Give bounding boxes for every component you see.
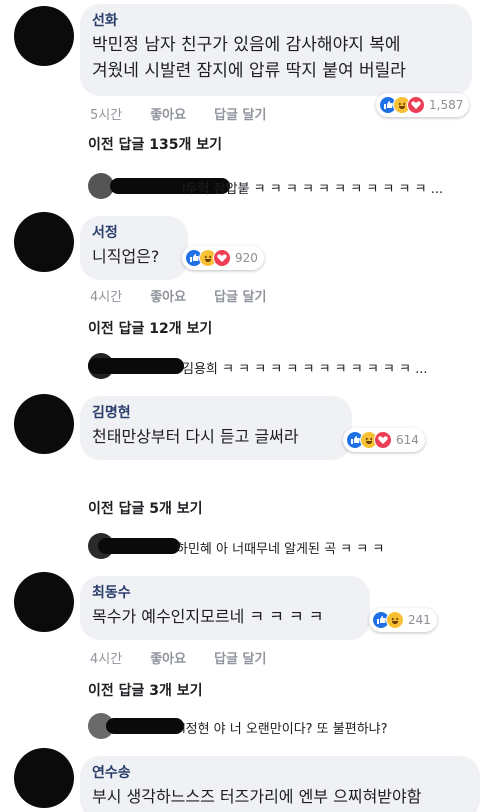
comment-author[interactable]: 선화 (92, 10, 458, 32)
comment-item: 선화 박민정 남자 친구가 있음에 감사해야지 복에 겨웠네 시발련 잠지에 압… (0, 0, 500, 210)
redacted-name (106, 718, 184, 734)
view-previous-replies[interactable]: 이전 답글 5개 보기 (88, 498, 203, 518)
comment-bubble: 선화 박민정 남자 친구가 있음에 감사해야지 복에 겨웠네 시발련 잠지에 압… (80, 4, 472, 96)
reply-button[interactable]: 답글 달기 (214, 648, 266, 667)
comment-actions: 5시간 좋아요 답글 달기 (90, 104, 294, 123)
reply-text: 김용희 ㅋ ㅋ ㅋ ㅋ ㅋ ㅋ ㅋ ㅋ ㅋ ㅋ ㅋ ㅋ ... (182, 362, 428, 377)
avatar[interactable] (14, 572, 74, 632)
comment-text-line: 니직업은? (92, 247, 160, 266)
comment-author[interactable]: 최동수 (92, 582, 356, 604)
love-reaction-icon (407, 96, 425, 114)
reply-preview[interactable]: 김용희 ㅋ ㅋ ㅋ ㅋ ㅋ ㅋ ㅋ ㅋ ㅋ ㅋ ㅋ ㅋ ... (88, 352, 488, 380)
comment-bubble: 김명현 천태만상부터 다시 듣고 글써라 (80, 396, 352, 460)
love-reaction-icon (374, 431, 392, 449)
comment-actions: 4시간 좋아요 답글 달기 (90, 648, 294, 667)
comment-text-line: 부시 생각하느스즈 터즈가리에 엔부 으찌혀받야함 (92, 787, 422, 806)
reply-preview[interactable]: l정현 야 너 오랜만이다? 또 불편하냐? (88, 712, 488, 740)
reply-button[interactable]: 답글 달기 (214, 286, 266, 305)
comment-item: 김명현 천태만상부터 다시 듣고 글써라 614 이전 답글 5개 보기 하민혜… (0, 390, 500, 570)
like-button[interactable]: 좋아요 (150, 104, 186, 123)
view-previous-replies[interactable]: 이전 답글 12개 보기 (88, 318, 212, 338)
avatar[interactable] (14, 394, 74, 454)
reaction-count: 614 (396, 433, 419, 447)
reaction-count: 241 (408, 613, 431, 627)
haha-reaction-icon (386, 611, 404, 629)
comment-text-line: 천태만상부터 다시 듣고 글써라 (92, 427, 299, 446)
love-reaction-icon (213, 249, 231, 267)
like-button[interactable]: 좋아요 (150, 286, 186, 305)
reply-preview[interactable]: 하민혜 아 너때무네 알게된 곡 ㅋ ㅋ ㅋ (88, 532, 488, 560)
comment-author[interactable]: 연수송 (92, 762, 466, 784)
view-previous-replies[interactable]: 이전 답글 135개 보기 (88, 134, 222, 154)
comment-author[interactable]: 김명현 (92, 402, 338, 424)
reaction-summary[interactable]: 920 (182, 246, 264, 270)
redacted-name (98, 538, 180, 554)
redacted-name (88, 358, 184, 374)
like-button[interactable]: 좋아요 (150, 648, 186, 667)
comment-actions: 4시간 좋아요 답글 달기 (90, 286, 294, 305)
comment-text-line: 겨웠네 시발련 잠지에 압류 딱지 붙여 버릴라 (92, 61, 406, 81)
comment-time: 5시간 (90, 108, 123, 123)
view-previous-replies[interactable]: 이전 답글 3개 보기 (88, 680, 203, 700)
comment-bubble: 최동수 목수가 예수인지모르네 ㅋ ㅋ ㅋ ㅋ (80, 576, 370, 640)
avatar[interactable] (14, 6, 74, 66)
avatar[interactable] (14, 748, 74, 808)
comment-item: 연수송 부시 생각하느스즈 터즈가리에 엔부 으찌혀받야함 (0, 746, 500, 812)
reply-text: 하민혜 아 너때무네 알게된 곡 ㅋ ㅋ ㅋ (176, 542, 385, 557)
reaction-count: 1,587 (429, 98, 464, 112)
comment-item: 최동수 목수가 예수인지모르네 ㅋ ㅋ ㅋ ㅋ 241 4시간 좋아요 답글 달… (0, 570, 500, 746)
comment-bubble: 서정 니직업은? (80, 216, 188, 280)
comment-item: 서정 니직업은? 920 4시간 좋아요 답글 달기 이전 답글 12개 보기 … (0, 210, 500, 390)
reply-text: l두혁 잠압붙 ㅋ ㅋ ㅋ ㅋ ㅋ ㅋ ㅋ ㅋ ㅋ ㅋ ㅋ ... (182, 182, 444, 197)
comment-time: 4시간 (90, 652, 123, 667)
reaction-summary[interactable]: 1,587 (376, 93, 470, 117)
reply-button[interactable]: 답글 달기 (214, 104, 266, 123)
avatar[interactable] (14, 212, 74, 272)
comment-text-line: 박민정 남자 친구가 있음에 감사해야지 복에 (92, 35, 401, 55)
reaction-count: 920 (235, 251, 258, 265)
comment-time: 4시간 (90, 290, 123, 305)
comment-text-line: 목수가 예수인지모르네 ㅋ ㅋ ㅋ ㅋ (92, 607, 324, 626)
comment-bubble: 연수송 부시 생각하느스즈 터즈가리에 엔부 으찌혀받야함 (80, 756, 480, 812)
comment-author[interactable]: 서정 (92, 222, 174, 244)
reply-text: l정현 야 너 오랜만이다? 또 불편하냐? (182, 722, 388, 737)
reaction-summary[interactable]: 241 (369, 608, 437, 632)
reaction-summary[interactable]: 614 (343, 428, 425, 452)
reply-preview[interactable]: l두혁 잠압붙 ㅋ ㅋ ㅋ ㅋ ㅋ ㅋ ㅋ ㅋ ㅋ ㅋ ㅋ ... (88, 172, 488, 200)
